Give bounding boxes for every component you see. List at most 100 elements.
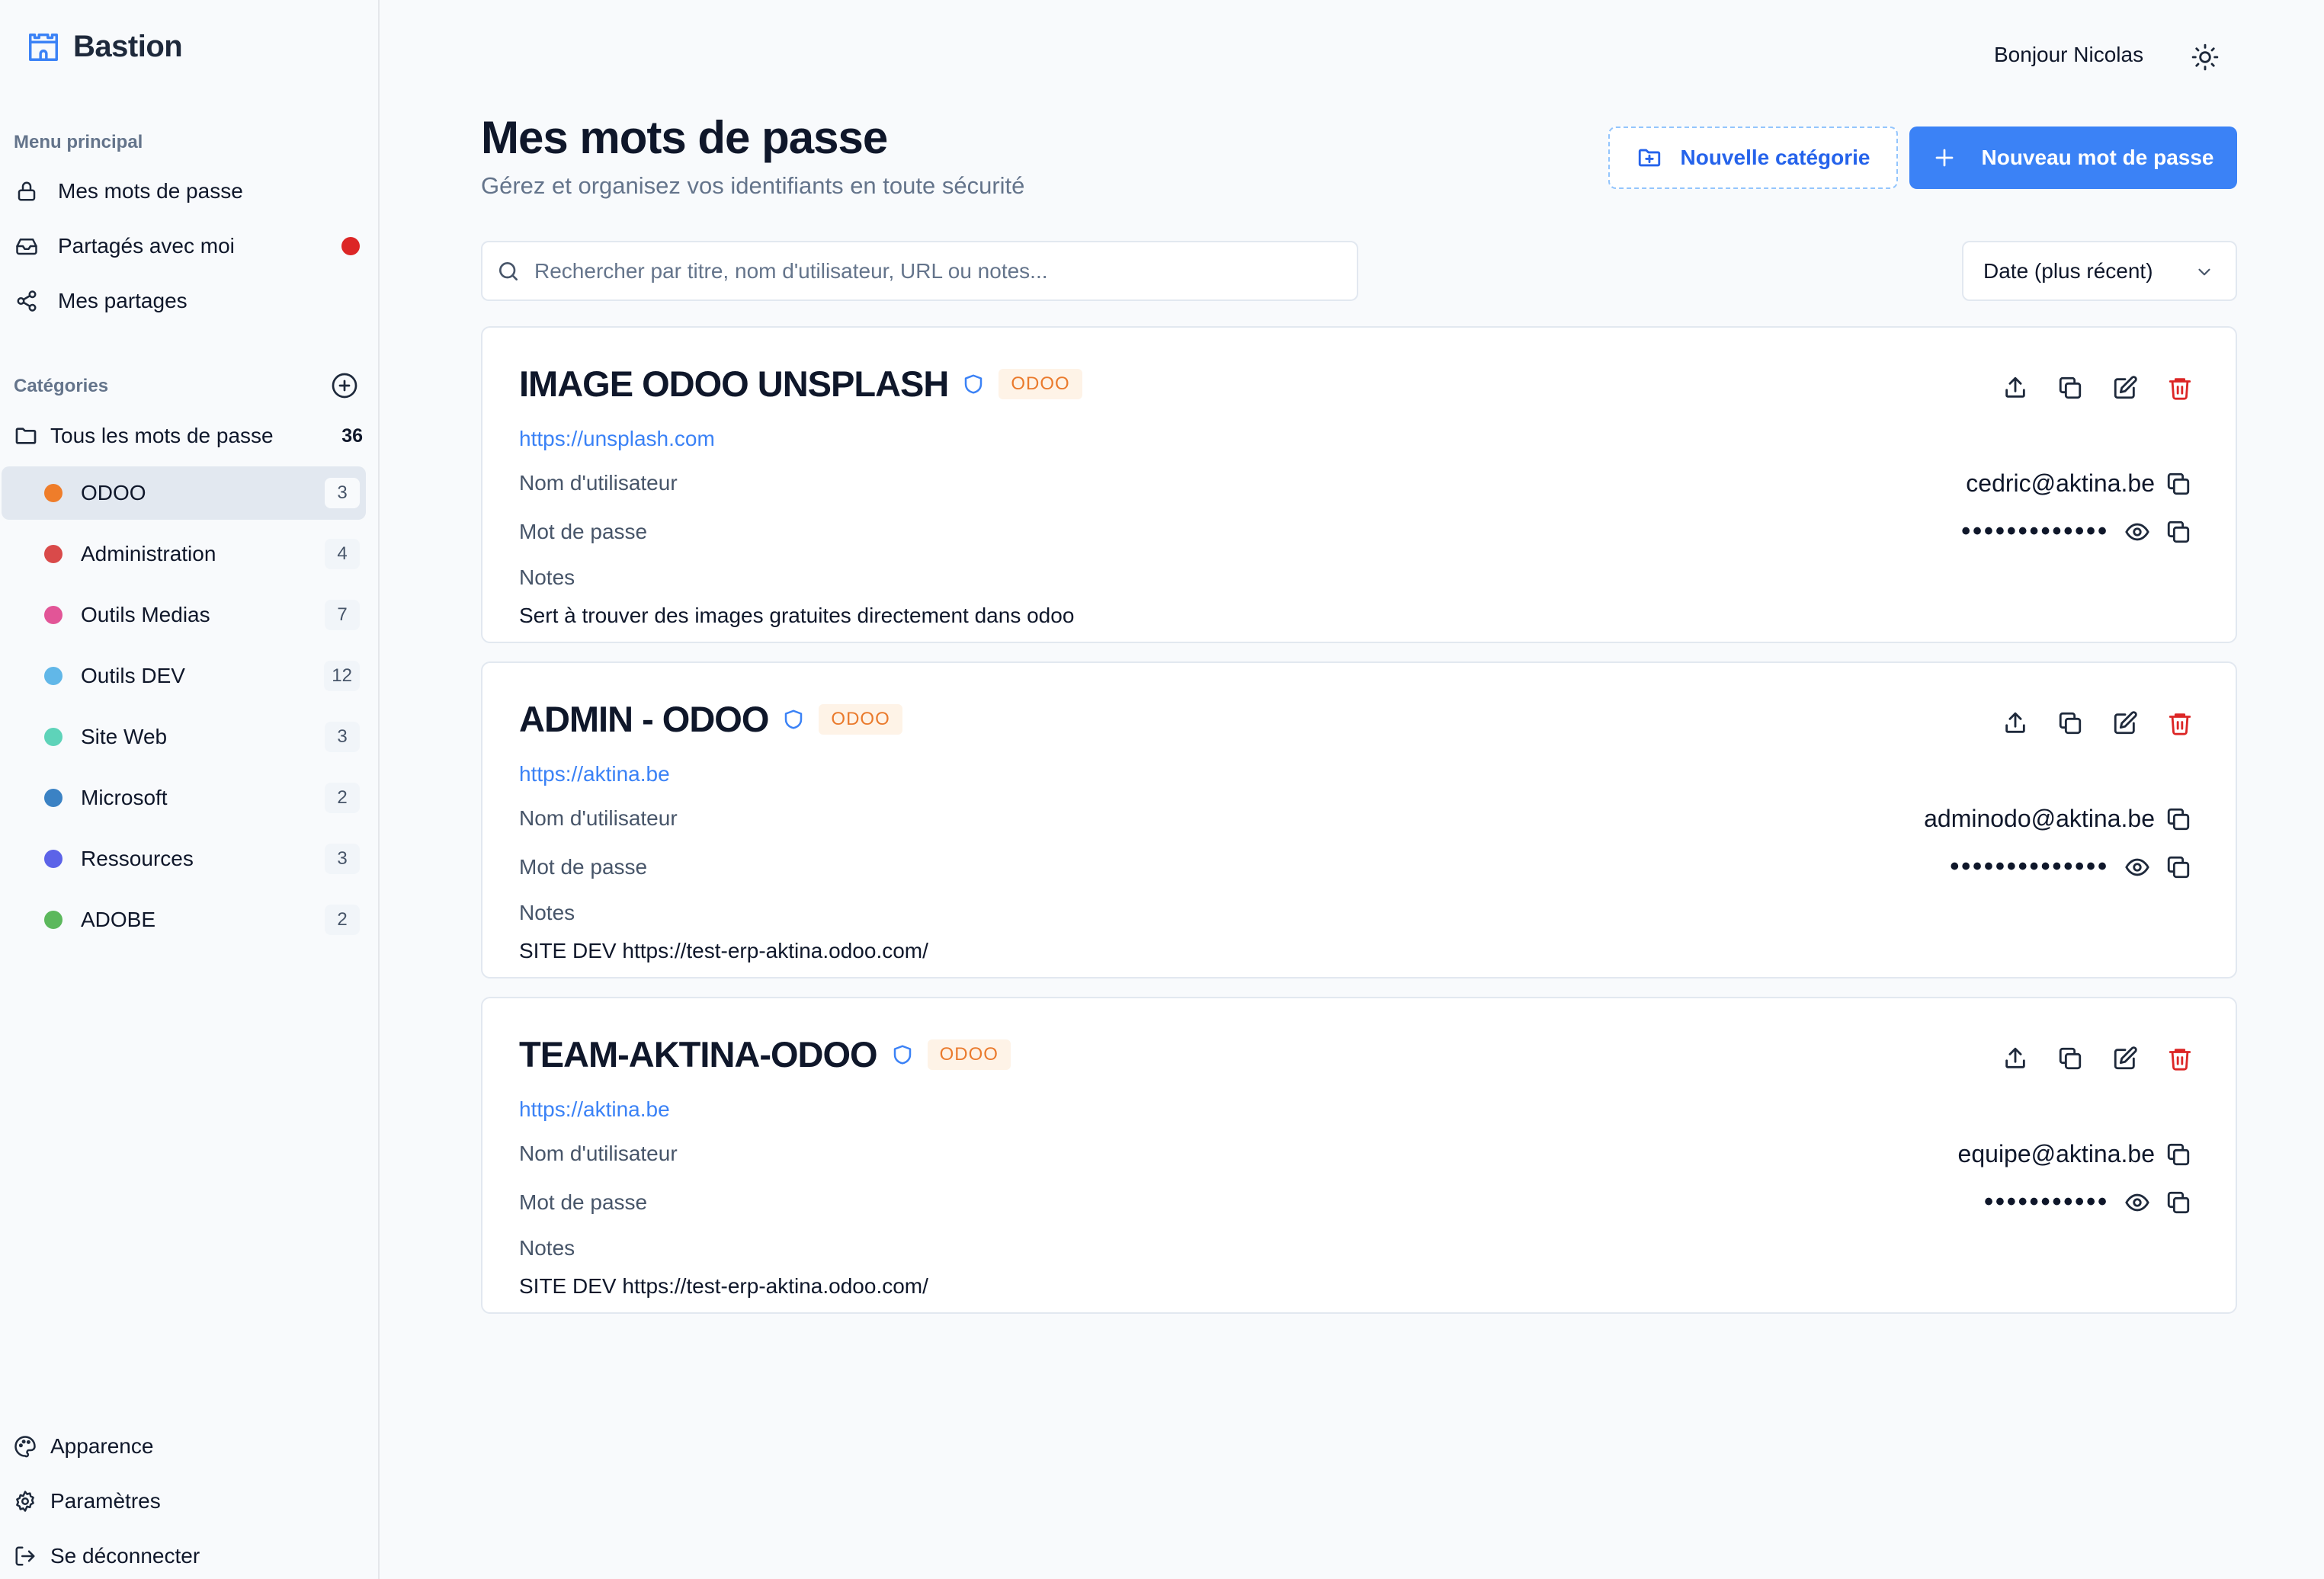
search-input[interactable] bbox=[534, 258, 1357, 283]
nav-shared-with-me[interactable]: Partagés avec moi bbox=[14, 223, 366, 269]
add-category-icon[interactable] bbox=[331, 372, 358, 399]
nav-logout[interactable]: Se déconnecter bbox=[14, 1535, 200, 1577]
category-count: 2 bbox=[325, 783, 360, 813]
category-outils-medias[interactable]: Outils Medias 7 bbox=[2, 588, 366, 642]
category-name: ODOO bbox=[81, 481, 146, 504]
sort-select[interactable]: Date (plus récent) bbox=[1962, 241, 2237, 301]
password-value-group: ••••••••••• bbox=[1984, 1187, 2191, 1217]
nav-my-shares[interactable]: Mes partages bbox=[14, 278, 366, 324]
sun-icon[interactable] bbox=[2191, 43, 2221, 73]
password-value-group: ••••••••••••• bbox=[1961, 517, 2191, 546]
password-card: IMAGE ODOO UNSPLASH ODOO https://unsplas… bbox=[481, 326, 2237, 643]
share-upload-icon[interactable] bbox=[2002, 710, 2028, 736]
password-masked: ••••••••••••• bbox=[1961, 517, 2109, 546]
shield-icon bbox=[962, 373, 985, 396]
eye-icon[interactable] bbox=[2124, 854, 2150, 880]
password-value-group: •••••••••••••• bbox=[1950, 852, 2191, 882]
castle-logo-icon bbox=[26, 29, 61, 64]
category-count: 12 bbox=[324, 661, 360, 691]
share-icon bbox=[14, 288, 40, 314]
username-value-group: adminodo@aktina.be bbox=[1924, 805, 2191, 833]
duplicate-icon[interactable] bbox=[2057, 375, 2083, 401]
password-title: IMAGE ODOO UNSPLASH bbox=[519, 364, 949, 404]
edit-icon[interactable] bbox=[2112, 1046, 2138, 1071]
password-title: TEAM-AKTINA-ODOO bbox=[519, 1034, 878, 1075]
share-upload-icon[interactable] bbox=[2002, 1046, 2028, 1071]
category-count: 3 bbox=[325, 478, 360, 508]
notes-label: Notes bbox=[519, 1236, 575, 1260]
category-count: 3 bbox=[325, 722, 360, 752]
password-card: ADMIN - ODOO ODOO https://aktina.be Nom … bbox=[481, 661, 2237, 978]
username-value-group: cedric@aktina.be bbox=[1966, 469, 2191, 498]
share-upload-icon[interactable] bbox=[2002, 375, 2028, 401]
copy-icon[interactable] bbox=[2165, 1142, 2191, 1167]
category-color-dot bbox=[44, 850, 63, 868]
eye-icon[interactable] bbox=[2124, 1190, 2150, 1215]
edit-icon[interactable] bbox=[2112, 710, 2138, 736]
search-icon bbox=[496, 259, 521, 283]
copy-icon[interactable] bbox=[2165, 471, 2191, 497]
category-badge: ODOO bbox=[927, 1039, 1011, 1070]
copy-icon[interactable] bbox=[2165, 519, 2191, 545]
category-adobe[interactable]: ADOBE 2 bbox=[2, 893, 366, 946]
category-microsoft[interactable]: Microsoft 2 bbox=[2, 771, 366, 825]
category-all-count: 36 bbox=[341, 424, 363, 447]
copy-icon[interactable] bbox=[2165, 854, 2191, 880]
inbox-icon bbox=[14, 233, 40, 259]
category-odoo[interactable]: ODOO 3 bbox=[2, 466, 366, 520]
password-label: Mot de passe bbox=[519, 1190, 648, 1214]
nav-label: Paramètres bbox=[50, 1489, 161, 1513]
user-greeting[interactable]: Bonjour Nicolas bbox=[1994, 43, 2143, 67]
trash-icon[interactable] bbox=[2167, 1046, 2193, 1071]
category-badge: ODOO bbox=[999, 368, 1082, 399]
username-value-group: equipe@aktina.be bbox=[1958, 1140, 2191, 1168]
password-url-link[interactable]: https://aktina.be bbox=[519, 1097, 670, 1122]
duplicate-icon[interactable] bbox=[2057, 710, 2083, 736]
shield-icon bbox=[891, 1043, 914, 1066]
nav-my-passwords[interactable]: Mes mots de passe bbox=[14, 168, 366, 214]
password-label: Mot de passe bbox=[519, 520, 648, 543]
category-ressources[interactable]: Ressources 3 bbox=[2, 832, 366, 886]
brand[interactable]: Bastion bbox=[26, 29, 183, 64]
username-label: Nom d'utilisateur bbox=[519, 806, 678, 830]
eye-icon[interactable] bbox=[2124, 519, 2150, 545]
category-site-web[interactable]: Site Web 3 bbox=[2, 710, 366, 764]
edit-icon[interactable] bbox=[2112, 375, 2138, 401]
logout-icon bbox=[14, 1545, 37, 1568]
category-color-dot bbox=[44, 606, 63, 624]
card-actions bbox=[2002, 710, 2193, 736]
password-url-link[interactable]: https://unsplash.com bbox=[519, 427, 715, 451]
username-label: Nom d'utilisateur bbox=[519, 1142, 678, 1165]
trash-icon[interactable] bbox=[2167, 375, 2193, 401]
new-category-label: Nouvelle catégorie bbox=[1680, 146, 1870, 169]
category-color-dot bbox=[44, 545, 63, 563]
duplicate-icon[interactable] bbox=[2057, 1046, 2083, 1071]
trash-icon[interactable] bbox=[2167, 710, 2193, 736]
chevron-down-icon bbox=[2194, 262, 2214, 282]
palette-icon bbox=[14, 1435, 37, 1458]
category-badge: ODOO bbox=[819, 703, 902, 735]
category-color-dot bbox=[44, 484, 63, 502]
category-color-dot bbox=[44, 911, 63, 929]
copy-icon[interactable] bbox=[2165, 1190, 2191, 1215]
lock-icon bbox=[14, 178, 40, 204]
category-all-passwords[interactable]: Tous les mots de passe 36 bbox=[14, 415, 366, 456]
category-administration[interactable]: Administration 4 bbox=[2, 527, 366, 581]
password-label: Mot de passe bbox=[519, 855, 648, 879]
new-category-button[interactable]: Nouvelle catégorie bbox=[1608, 127, 1898, 189]
password-notes: SITE DEV https://test-erp-aktina.odoo.co… bbox=[519, 939, 928, 962]
category-color-dot bbox=[44, 667, 63, 685]
password-url-link[interactable]: https://aktina.be bbox=[519, 762, 670, 786]
new-password-button[interactable]: Nouveau mot de passe bbox=[1909, 127, 2237, 189]
copy-icon[interactable] bbox=[2165, 806, 2191, 832]
category-name: Outils Medias bbox=[81, 603, 210, 626]
folder-icon bbox=[14, 424, 38, 448]
brand-name: Bastion bbox=[73, 29, 183, 63]
categories-section-label: Catégories bbox=[14, 376, 109, 396]
nav-appearance[interactable]: Apparence bbox=[14, 1425, 153, 1468]
category-outils-dev[interactable]: Outils DEV 12 bbox=[2, 649, 366, 703]
nav-settings[interactable]: Paramètres bbox=[14, 1480, 161, 1523]
category-name: ADOBE bbox=[81, 908, 156, 931]
password-masked: ••••••••••• bbox=[1984, 1187, 2109, 1216]
username-value: cedric@aktina.be bbox=[1966, 469, 2155, 497]
